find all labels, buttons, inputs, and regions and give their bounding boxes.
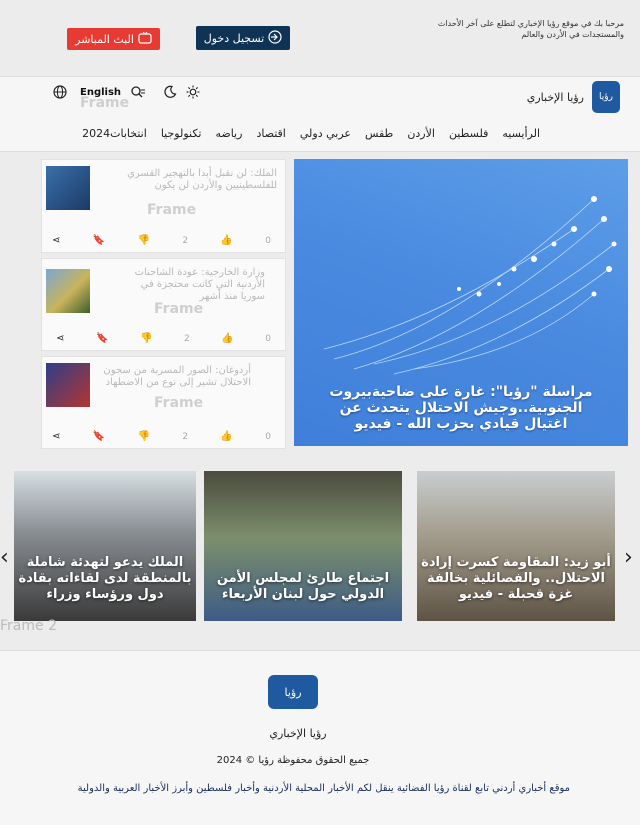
nav-item-palestine[interactable]: فلسطين (449, 127, 488, 140)
site-logo-text: رؤيا (599, 92, 613, 102)
dislike-count: 2 (182, 235, 189, 246)
live-label: البث المباشر (75, 32, 134, 46)
site-name: رؤيا الإخباري (526, 91, 584, 104)
slide-title[interactable]: الملك يدعو لتهدئة شاملة بالمنطقة لدى لقا… (18, 555, 192, 603)
like-icon[interactable]: 👍 (220, 431, 232, 442)
footer-copyright: جميع الحقوق محفوظة رؤيا © 2024 (216, 755, 370, 766)
globe-icon[interactable] (52, 85, 68, 101)
dislike-icon[interactable]: 👎 (138, 235, 150, 246)
site-footer: رؤيا رؤيا الإخباري جميع الحقوق محفوظة رؤ… (0, 650, 640, 825)
slide-title[interactable]: اجتماع طارئ لمجلس الأمن الدولي حول لبنان… (208, 571, 398, 603)
bookmark-icon[interactable]: 🔖 (93, 431, 105, 442)
footer-description: موقع أخباري أردني تابع لقناة رؤيا الفضائ… (77, 783, 570, 794)
side-news-item[interactable]: وزارة الخارجية: عودة الشاحنات الأردنية ا… (41, 258, 286, 351)
frame-placeholder: Frame (154, 395, 204, 411)
nav-item-elections[interactable]: انتخابات2024 (82, 127, 147, 140)
login-button[interactable]: تسجيل دخول (196, 26, 290, 50)
news-title[interactable]: وزارة الخارجية: عودة الشاحنات الأردنية ا… (115, 267, 265, 303)
bookmark-icon[interactable]: 🔖 (93, 235, 105, 246)
frame-placeholder: Frame (147, 202, 197, 218)
hero-title[interactable]: مراسلة "رؤيا": غارة على ضاحيةبيروت الجنو… (324, 384, 598, 432)
slider-item[interactable]: الملك يدعو لتهدئة شاملة بالمنطقة لدى لقا… (14, 471, 196, 621)
frame-placeholder: Frame (154, 301, 204, 317)
slider-item[interactable]: اجتماع طارئ لمجلس الأمن الدولي حول لبنان… (204, 471, 402, 621)
live-stream-button[interactable]: البث المباشر (67, 28, 160, 50)
slide-title[interactable]: أبو زيد: المقاومة كسرت إرادة الاحتلال.. … (421, 555, 611, 603)
news-thumbnail (46, 269, 90, 313)
nav-item-weather[interactable]: طقس (365, 127, 393, 140)
share-icon[interactable]: ⋖ (56, 333, 64, 344)
search-icon[interactable] (130, 85, 146, 101)
login-icon (268, 29, 282, 47)
side-news-item[interactable]: الملك: لن نقبل أبدا بالتهجير القسري للفل… (41, 159, 286, 253)
slider-prev-icon[interactable]: ‹ (0, 545, 9, 570)
news-actions: 0 👍 2 👎 🔖 ⋖ (56, 333, 271, 344)
slider-next-icon[interactable]: › (624, 545, 633, 570)
dislike-count: 2 (183, 333, 190, 344)
top-bar: مرحبا بك في موقع رؤيا الإخباري لتطلع على… (0, 0, 640, 76)
frame-placeholder: Frame 2 (0, 618, 57, 634)
news-thumbnail (46, 363, 90, 407)
nav-item-arab-world[interactable]: عربي دولي (300, 127, 351, 140)
side-news-item[interactable]: أردوغان: الصور المسربة من سجون الاحتلال … (41, 356, 286, 449)
share-icon[interactable]: ⋖ (52, 235, 60, 246)
slider-item[interactable]: أبو زيد: المقاومة كسرت إرادة الاحتلال.. … (417, 471, 615, 621)
tv-icon (138, 31, 152, 47)
like-count: 0 (265, 333, 271, 344)
main-nav: الرأيسيه فلسطين الأردن طقس عربي دولي اقت… (0, 116, 640, 152)
news-thumbnail (46, 166, 90, 210)
news-actions: 0 👍 2 👎 🔖 ⋖ (52, 431, 271, 442)
news-actions: 0 👍 2 👎 🔖 ⋖ (52, 235, 271, 246)
footer-site-name: رؤيا الإخباري (269, 727, 327, 740)
footer-logo-text: رؤيا (284, 685, 302, 699)
hero-story[interactable]: مراسلة "رؤيا": غارة على ضاحيةبيروت الجنو… (294, 159, 628, 446)
dislike-icon[interactable]: 👎 (138, 431, 150, 442)
login-label: تسجيل دخول (203, 31, 265, 45)
welcome-text: مرحبا بك في موقع رؤيا الإخباري لتطلع على… (437, 19, 624, 39)
dark-mode-icon[interactable] (162, 85, 178, 101)
light-mode-icon[interactable] (185, 85, 201, 101)
share-icon[interactable]: ⋖ (52, 431, 60, 442)
dislike-icon[interactable]: 👎 (140, 333, 152, 344)
nav-item-sports[interactable]: رياضه (215, 127, 242, 140)
like-count: 0 (265, 431, 271, 442)
dislike-count: 2 (182, 431, 189, 442)
site-header: رؤيا رؤيا الإخباري English Frame (0, 76, 640, 116)
news-title[interactable]: الملك: لن نقبل أبدا بالتهجير القسري للفل… (117, 168, 277, 192)
like-count: 0 (265, 235, 271, 246)
news-slider: الملك يدعو لتهدئة شاملة بالمنطقة لدى لقا… (0, 462, 640, 632)
like-icon[interactable]: 👍 (220, 235, 232, 246)
frame-placeholder: Frame (80, 95, 130, 111)
nav-item-technology[interactable]: تكنولوجيا (161, 127, 202, 140)
like-icon[interactable]: 👍 (221, 333, 233, 344)
site-logo[interactable]: رؤيا (592, 81, 620, 113)
news-title[interactable]: أردوغان: الصور المسربة من سجون الاحتلال … (101, 365, 251, 389)
footer-logo[interactable]: رؤيا (268, 675, 318, 709)
nav-item-jordan[interactable]: الأردن (407, 127, 435, 140)
nav-item-home[interactable]: الرأيسيه (502, 127, 540, 140)
nav-item-economy[interactable]: اقتصاد (256, 127, 285, 140)
bookmark-icon[interactable]: 🔖 (96, 333, 108, 344)
